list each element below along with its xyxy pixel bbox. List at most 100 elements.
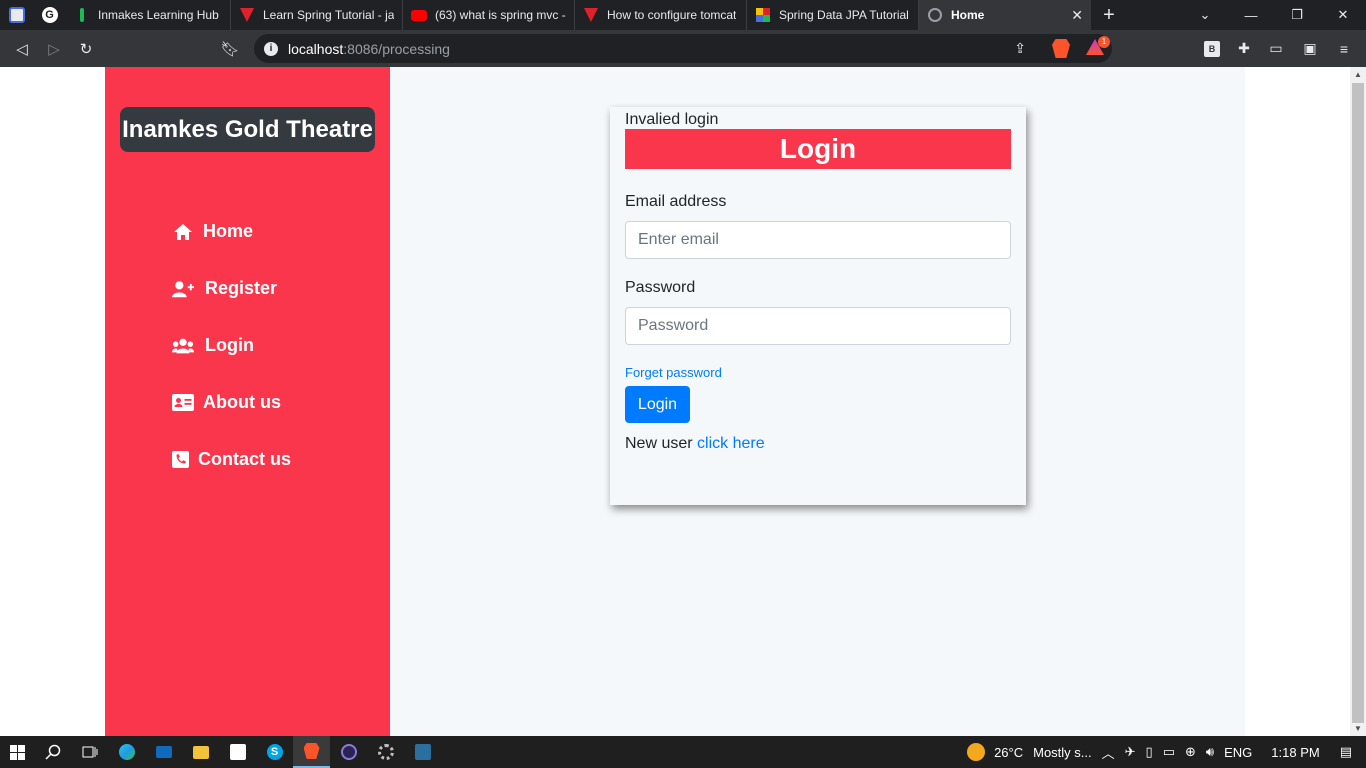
settings-gear-icon[interactable] <box>367 736 404 768</box>
taskbar: S 26°C Mostly s... ︿ ✈︎ ▯ ▭ ⊕ 🔊︎ ENG 1:1… <box>0 736 1366 768</box>
back-icon[interactable]: ◁ <box>6 40 38 58</box>
browser-tab[interactable]: Learn Spring Tutorial - jav <box>231 0 403 30</box>
user-plus-icon <box>172 279 194 299</box>
battery-icon[interactable]: ▭ <box>1158 744 1180 760</box>
main-content: Invalied login Login Email address Passw… <box>390 67 1245 736</box>
window-controls: ⌄ — ❐ ✕ <box>1182 0 1366 30</box>
tutorial-site-icon <box>239 7 255 23</box>
page-scrollbar[interactable]: ▲ ▼ <box>1350 67 1366 736</box>
youtube-icon <box>411 7 427 23</box>
sidebar-item-home[interactable]: Home <box>172 203 291 260</box>
close-window-button[interactable]: ✕ <box>1320 7 1366 23</box>
site-info-icon[interactable]: i <box>264 41 278 56</box>
sidebar-item-label: Login <box>205 335 254 355</box>
wallet-icon[interactable]: ▣ <box>1294 30 1326 67</box>
brave-browser-icon[interactable] <box>293 736 330 768</box>
pinned-tab-2[interactable]: G <box>33 0 66 30</box>
clock[interactable]: 1:18 PM <box>1257 745 1333 760</box>
site-icon <box>8 7 25 23</box>
weather-condition[interactable]: Mostly s... <box>1028 745 1097 760</box>
show-hidden-icons-icon[interactable]: ︿ <box>1097 743 1120 762</box>
task-view-icon[interactable] <box>71 736 108 768</box>
edge-icon[interactable] <box>108 736 145 768</box>
mail-icon[interactable] <box>145 736 182 768</box>
browser-tab[interactable]: Spring Data JPA Tutorial: ( <box>747 0 919 30</box>
eclipse-icon[interactable] <box>330 736 367 768</box>
sidebar-item-label: Contact us <box>198 449 292 469</box>
users-icon <box>172 336 194 356</box>
new-user-text: New user <box>625 435 693 452</box>
page-viewport: Inamkes Gold Theatre Home Register Login <box>0 67 1350 736</box>
login-button[interactable]: Login <box>625 386 690 423</box>
skype-icon[interactable]: S <box>256 736 293 768</box>
brave-shields-icon[interactable] <box>1052 39 1070 58</box>
forward-icon[interactable]: ▷ <box>38 40 70 58</box>
reload-icon[interactable]: ↻ <box>70 40 102 58</box>
notifications-icon[interactable]: ▤ <box>1334 744 1366 760</box>
register-link[interactable]: click here <box>697 435 765 452</box>
email-field[interactable] <box>625 221 1011 259</box>
network-status-icon[interactable]: ✈︎ <box>1120 744 1141 760</box>
globe-icon <box>927 7 943 23</box>
scroll-up-icon[interactable]: ▲ <box>1350 70 1366 79</box>
login-title: Login <box>625 129 1011 169</box>
sidebar-nav: Home Register Login About us Contact us <box>172 203 291 488</box>
sidebar-item-contact[interactable]: Contact us <box>172 431 291 488</box>
sidebar-item-login[interactable]: Login <box>172 317 291 374</box>
system-tray: 26°C Mostly s... ︿ ✈︎ ▯ ▭ ⊕ 🔊︎ ENG 1:18 … <box>967 736 1366 768</box>
volume-icon[interactable]: 🔊︎ <box>1201 744 1219 760</box>
address-bar[interactable]: i localhost:8086/processing ⇪ 1 <box>254 34 1112 63</box>
windows-start-icon[interactable] <box>0 736 34 768</box>
menu-icon[interactable]: ≡ <box>1328 30 1360 67</box>
restore-button[interactable]: ❐ <box>1274 7 1320 23</box>
url-path: :8086/processing <box>343 40 450 57</box>
tab-search-icon[interactable]: ⌄ <box>1182 7 1228 23</box>
brave-rewards-icon[interactable]: 1 <box>1086 36 1110 57</box>
google-icon: G <box>41 7 58 23</box>
sidebar-item-register[interactable]: Register <box>172 260 291 317</box>
weather-icon[interactable] <box>967 743 986 761</box>
browser-toolbar: ◁ ▷ ↻ 🔖︎ i localhost:8086/processing ⇪ 1… <box>0 30 1366 67</box>
password-field[interactable] <box>625 307 1011 345</box>
error-message: Invalied login <box>625 111 719 128</box>
url-host: localhost <box>288 40 344 57</box>
extensions-puzzle-icon[interactable]: ✚ <box>1228 30 1260 67</box>
store-icon[interactable] <box>219 736 256 768</box>
bookmark-icon[interactable]: 🔖︎ <box>214 40 246 58</box>
browser-tab-active[interactable]: Home ✕ <box>919 0 1091 30</box>
login-card: Invalied login Login Email address Passw… <box>610 107 1026 505</box>
language-indicator[interactable]: ENG <box>1219 745 1257 760</box>
phone-icon <box>172 450 189 470</box>
sidebar-item-label: Home <box>203 221 254 241</box>
browser-tab[interactable]: How to configure tomcat <box>575 0 747 30</box>
mysql-workbench-icon[interactable] <box>404 736 441 768</box>
sidebar: Inamkes Gold Theatre Home Register Login <box>105 67 390 736</box>
home-icon <box>172 222 194 242</box>
sidebar-toggle-icon[interactable]: ▭ <box>1260 30 1292 67</box>
forgot-password-link[interactable]: Forget password <box>625 365 722 380</box>
minimize-button[interactable]: — <box>1228 8 1274 23</box>
browser-tab[interactable]: Inmakes Learning Hub <box>66 0 231 30</box>
brand-title: Inamkes Gold Theatre <box>120 107 375 152</box>
sidebar-item-about[interactable]: About us <box>172 374 291 431</box>
close-tab-icon[interactable]: ✕ <box>1061 7 1083 24</box>
scroll-down-icon[interactable]: ▼ <box>1350 724 1366 733</box>
search-icon[interactable] <box>34 736 71 768</box>
sidebar-item-label: About us <box>203 392 281 412</box>
weather-temperature[interactable]: 26°C <box>989 745 1028 760</box>
scrollbar-thumb[interactable] <box>1352 83 1364 723</box>
inmakes-icon <box>74 7 90 23</box>
new-user-row: New user click here <box>625 435 1011 453</box>
wifi-globe-icon[interactable]: ⊕ <box>1180 744 1201 760</box>
usb-device-icon[interactable]: ▯ <box>1141 744 1158 760</box>
new-tab-button[interactable]: + <box>1091 4 1127 27</box>
rewards-badge: 1 <box>1098 36 1110 48</box>
file-explorer-icon[interactable] <box>182 736 219 768</box>
pinned-tab-1[interactable] <box>0 0 33 30</box>
sidebar-item-label: Register <box>205 278 278 298</box>
share-icon[interactable]: ⇪ <box>1014 40 1026 57</box>
email-label: Email address <box>625 193 727 210</box>
extension-icon[interactable]: B <box>1196 30 1228 67</box>
browser-tab[interactable]: (63) what is spring mvc - Y <box>403 0 575 30</box>
id-card-icon <box>172 393 194 413</box>
